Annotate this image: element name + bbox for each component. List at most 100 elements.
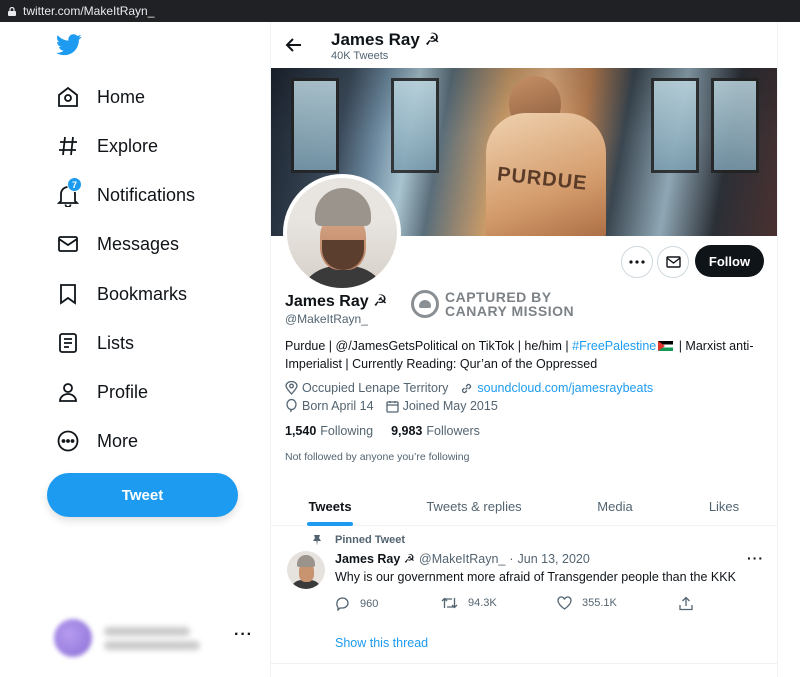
reply-button[interactable]: 960 [335, 596, 378, 611]
tweet-author-handle[interactable]: @MakeItRayn_ [419, 552, 505, 566]
stamp-line1: CAPTURED BY [445, 289, 552, 305]
browser-address-bar[interactable]: twitter.com/MakeItRayn_ [0, 0, 800, 22]
follow-stats: 1,540 Following 9,983 Followers [285, 424, 498, 438]
profile-website-link[interactable]: soundcloud.com/jamesraybeats [477, 381, 653, 395]
followers-count: 9,983 [391, 424, 423, 438]
profile-bio: Purdue | @/JamesGetsPolitical on TikTok … [285, 337, 765, 373]
profile-avatar[interactable] [283, 174, 401, 292]
tab-tweets[interactable]: Tweets [291, 486, 369, 526]
more-options-button[interactable] [621, 246, 653, 278]
account-more-icon[interactable]: ··· [234, 626, 253, 644]
pin-icon [311, 533, 323, 551]
following-label: Following [320, 424, 374, 438]
nav-home-label: Home [97, 86, 146, 107]
profile-tabs: Tweets Tweets & replies Media Likes [271, 486, 777, 526]
nav-home[interactable]: Home [56, 79, 145, 115]
tweet-divider [271, 663, 777, 664]
nav-lists[interactable]: Lists [56, 325, 134, 361]
account-switcher[interactable]: ··· [54, 614, 254, 662]
followers-label: Followers [426, 424, 480, 438]
nav-messages-label: Messages [97, 233, 180, 254]
profile-birthday: Born April 14 [302, 399, 374, 413]
account-avatar [54, 619, 92, 657]
nav-explore-label: Explore [97, 135, 159, 156]
retweet-count: 94.3K [468, 597, 497, 609]
tab-media[interactable]: Media [579, 486, 651, 526]
back-arrow-icon[interactable] [285, 36, 303, 54]
nav-bookmarks[interactable]: Bookmarks [56, 276, 187, 312]
message-button[interactable] [657, 246, 689, 278]
notification-badge: 7 [67, 177, 82, 192]
person-icon [56, 380, 80, 404]
tab-tweets-replies[interactable]: Tweets & replies [411, 486, 537, 526]
profile-joined: Joined May 2015 [402, 399, 498, 413]
profile-handle: @MakeItRayn_ [285, 312, 368, 326]
balloon-icon [286, 399, 297, 413]
envelope-icon [56, 232, 80, 256]
nav-more[interactable]: More [56, 423, 138, 459]
bio-text-1: Purdue | @/JamesGetsPolitical on TikTok … [285, 339, 573, 353]
nav-messages[interactable]: Messages [56, 226, 179, 262]
pinned-tweet-label: Pinned Tweet [335, 534, 406, 546]
header-tweet-count: 40K Tweets [331, 50, 389, 62]
nav-bookmarks-label: Bookmarks [97, 283, 188, 304]
bookmark-icon [56, 282, 80, 306]
calendar-icon [385, 400, 399, 413]
address-url: twitter.com/MakeItRayn_ [23, 4, 155, 18]
show-thread-link[interactable]: Show this thread [335, 636, 428, 650]
more-circle-icon [56, 429, 80, 453]
envelope-small-icon [665, 256, 681, 268]
stamp-line2: CANARY MISSION [445, 303, 575, 319]
profile-location: Occupied Lenape Territory [302, 381, 449, 395]
share-button[interactable] [679, 596, 703, 611]
lock-icon [8, 6, 16, 16]
retweet-icon [441, 597, 458, 609]
active-tab-indicator [307, 522, 353, 526]
nav-notifications[interactable]: 7 Notifications [56, 177, 195, 213]
heart-icon [557, 596, 572, 610]
nav-profile[interactable]: Profile [56, 374, 148, 410]
more-dots-icon [629, 260, 645, 264]
nav-explore[interactable]: Explore [56, 128, 158, 164]
list-icon [56, 331, 80, 355]
share-icon [679, 596, 693, 611]
header-name: James Ray ☭ [331, 30, 440, 49]
canary-mission-stamp: CAPTURED BY CANARY MISSION [411, 290, 574, 318]
tweet-button[interactable]: Tweet [47, 473, 238, 517]
tweet-actions: 960 94.3K 355.1K [335, 596, 715, 616]
profile-meta-row-1: Occupied Lenape Territory soundcloud.com… [285, 381, 665, 395]
reply-count: 960 [360, 597, 379, 610]
followers-link[interactable]: 9,983 Followers [391, 424, 480, 438]
like-count: 355.1K [582, 597, 617, 609]
location-pin-icon [285, 381, 298, 395]
palestine-flag-icon [658, 341, 674, 351]
account-info-blurred [104, 622, 200, 655]
tweet-header: James Ray ☭ @MakeItRayn_ · Jun 13, 2020 [335, 551, 590, 567]
follow-button[interactable]: Follow [695, 245, 764, 277]
tweet-more-icon[interactable]: ··· [747, 550, 764, 566]
tweet-author-avatar[interactable] [287, 551, 325, 589]
following-link[interactable]: 1,540 Following [285, 424, 373, 438]
not-followed-note: Not followed by anyone you’re following [285, 451, 470, 463]
link-icon [462, 383, 472, 393]
tweet-author-name[interactable]: James Ray ☭ [335, 551, 415, 566]
profile-column: James Ray ☭ 40K Tweets PURDUE Follow Jam… [270, 22, 778, 677]
canary-mission-logo-icon [411, 290, 439, 318]
tweet-date[interactable]: Jun 13, 2020 [518, 552, 590, 566]
tweet-text: Why is our government more afraid of Tra… [335, 570, 736, 584]
bio-hashtag-link[interactable]: #FreePalestine [572, 339, 656, 353]
tweet-separator: · [509, 551, 514, 566]
following-count: 1,540 [285, 424, 317, 438]
profile-meta-row-2: Born April 14 Joined May 2015 [285, 399, 510, 413]
twitter-logo-icon[interactable] [56, 34, 84, 62]
nav-notifications-label: Notifications [97, 184, 196, 205]
hashtag-icon [56, 134, 80, 158]
nav-profile-label: Profile [97, 381, 149, 402]
reply-icon [336, 597, 349, 611]
retweet-button[interactable]: 94.3K [441, 596, 497, 610]
bell-icon: 7 [56, 177, 82, 207]
like-button[interactable]: 355.1K [557, 596, 617, 610]
tab-likes[interactable]: Likes [691, 486, 757, 526]
profile-name: James Ray ☭ [285, 293, 388, 310]
profile-header-bar: James Ray ☭ 40K Tweets [271, 22, 777, 67]
